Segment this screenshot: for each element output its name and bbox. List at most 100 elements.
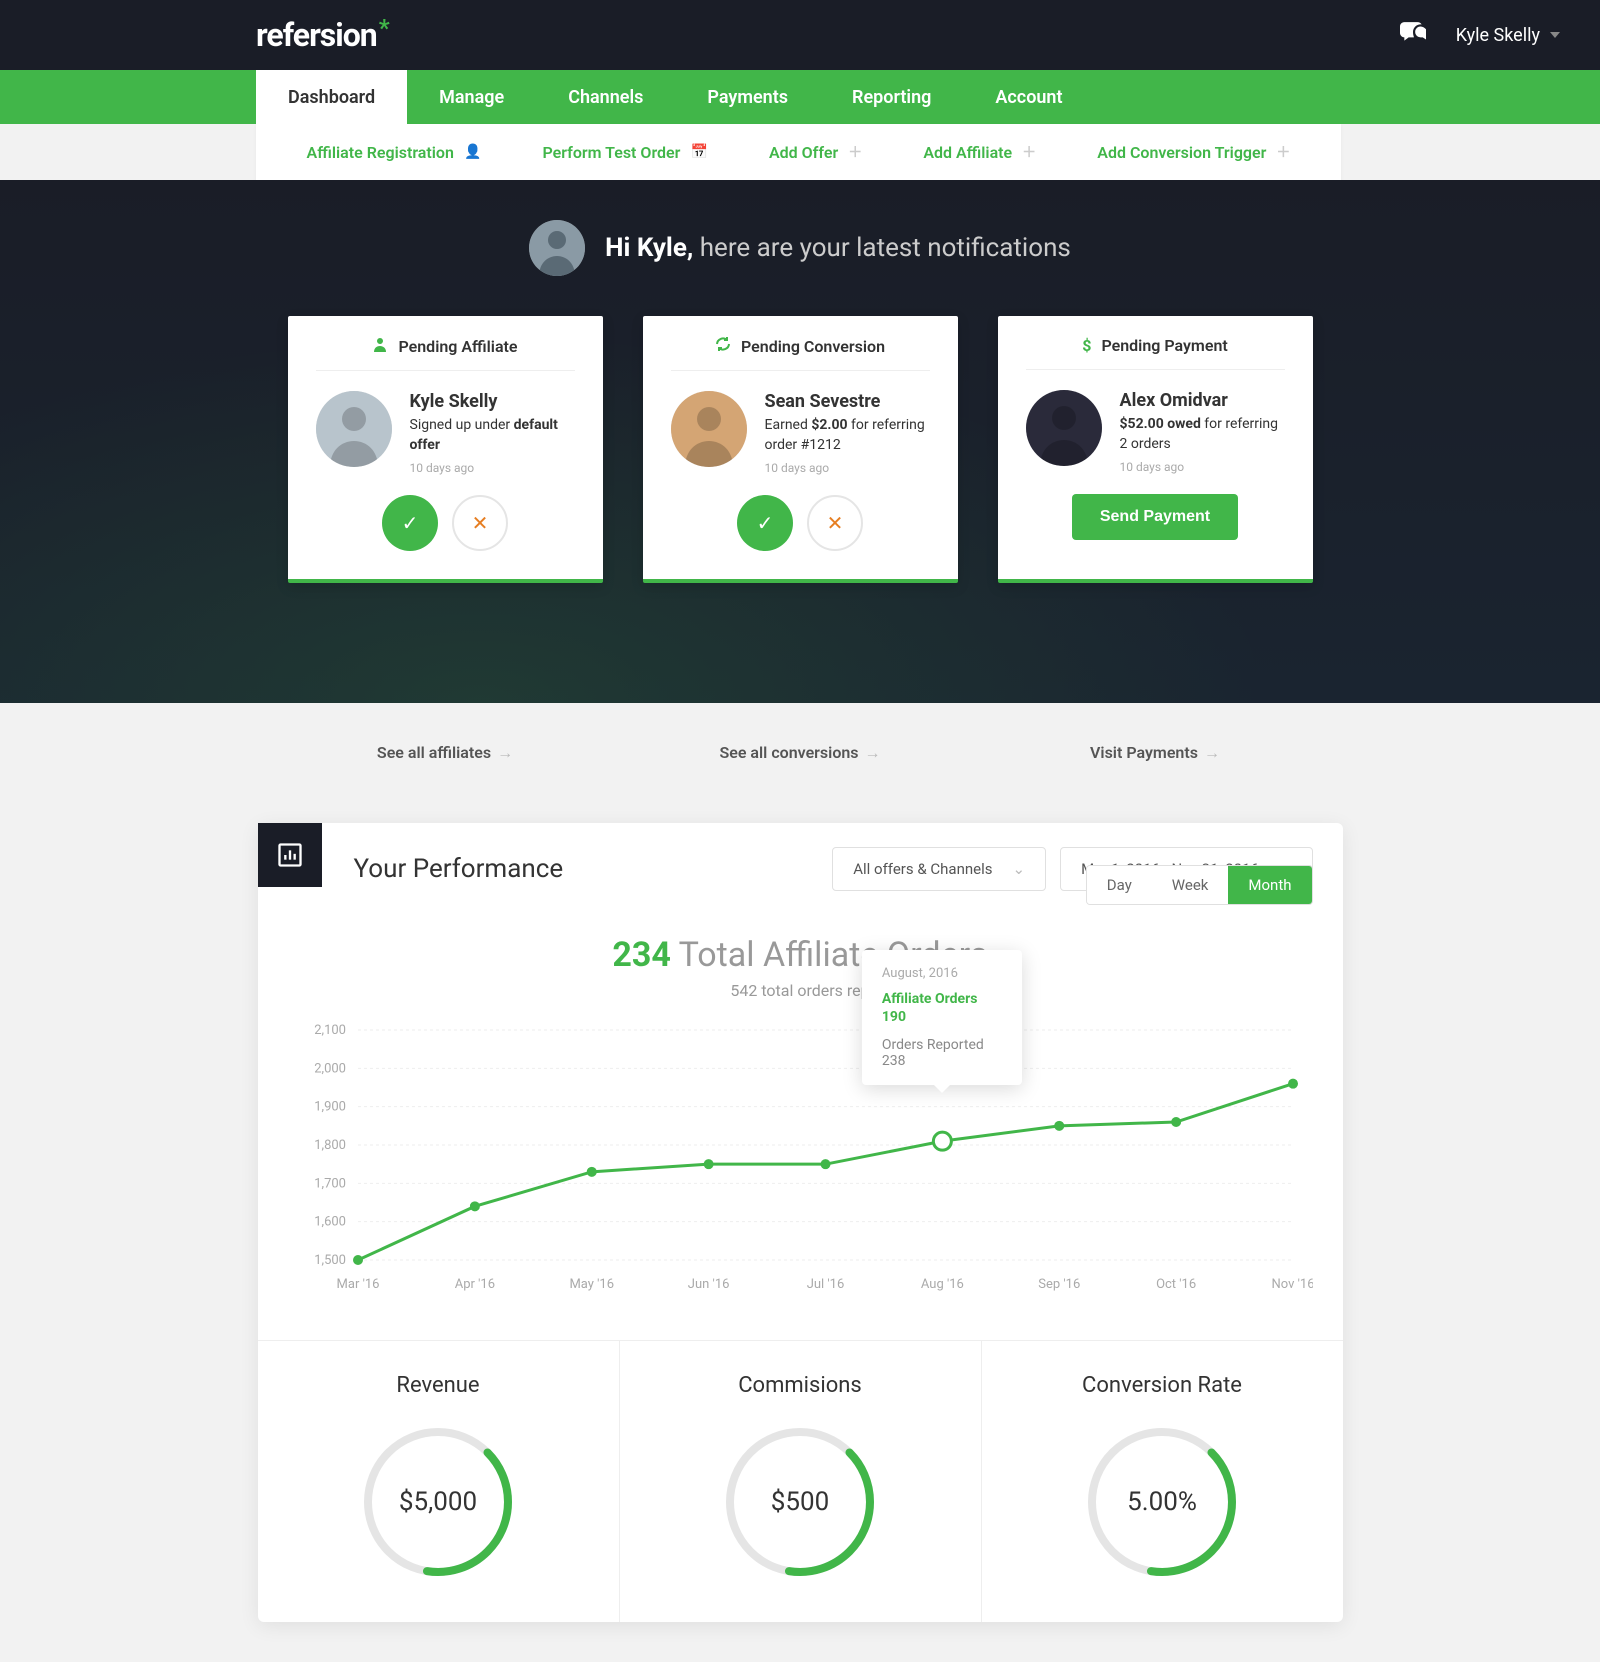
card-name: Kyle Skelly: [410, 391, 575, 412]
performance-panel: Your Performance All offers & Channels ⌄…: [258, 823, 1343, 1622]
subnav-label: Affiliate Registration: [307, 143, 454, 162]
card-description: Signed up under default offer: [410, 416, 575, 455]
topbar: refersion * Kyle Skelly: [0, 0, 1600, 70]
svg-text:Aug '16: Aug '16: [920, 1277, 963, 1292]
chart-total-number: 234: [612, 935, 671, 975]
card-title: Pending Conversion: [741, 337, 885, 356]
send-payment-button[interactable]: Send Payment: [1072, 494, 1238, 540]
card-description: Earned $2.00 for referring order #1212: [765, 416, 930, 455]
card-name: Sean Sevestre: [765, 391, 930, 412]
card-time: 10 days ago: [765, 461, 930, 475]
svg-text:2,100: 2,100: [314, 1023, 346, 1038]
chart-area: DayWeekMonth 234 Total Affiliate Orders …: [258, 915, 1343, 1340]
subnav-label: Add Offer: [769, 143, 838, 162]
card-time: 10 days ago: [1120, 460, 1285, 474]
logo-star-icon: *: [379, 16, 389, 40]
user-icon: 👤: [464, 144, 481, 160]
avatar: [671, 391, 747, 467]
svg-text:Oct '16: Oct '16: [1156, 1277, 1196, 1292]
tooltip-sec-label: Orders Reported: [882, 1037, 1002, 1053]
user-menu[interactable]: Kyle Skelly: [1456, 25, 1560, 46]
card-title: Pending Affiliate: [398, 337, 517, 356]
subnav-add-conversion-trigger[interactable]: Add Conversion Trigger＋: [1097, 142, 1290, 162]
chat-icon[interactable]: [1400, 22, 1426, 49]
metric-commisions: Commisions $500: [620, 1341, 982, 1622]
reject-button[interactable]: ✕: [807, 495, 863, 551]
metric-conversion-rate: Conversion Rate5.00%: [982, 1341, 1343, 1622]
approve-button[interactable]: ✓: [382, 495, 438, 551]
avatar: [316, 391, 392, 467]
approve-button[interactable]: ✓: [737, 495, 793, 551]
sub-nav: Affiliate Registration 👤 Perform Test Orde…: [256, 124, 1341, 180]
card-description: $52.00 owed for referring 2 orders: [1120, 415, 1285, 454]
notification-card: Pending Conversion Sean Sevestre Earned $2…: [643, 316, 958, 583]
chart-icon: [258, 823, 322, 887]
chart-svg: 1,5001,6001,7001,8001,9002,0002,100Mar '…: [288, 1020, 1313, 1300]
svg-text:Nov '16: Nov '16: [1271, 1277, 1313, 1292]
subnav-add-offer[interactable]: Add Offer＋: [769, 142, 862, 162]
metric-value: 5.00%: [1082, 1422, 1242, 1582]
svg-text:Apr '16: Apr '16: [454, 1277, 494, 1292]
svg-text:1,800: 1,800: [314, 1138, 346, 1153]
dollar-icon: $: [1082, 336, 1091, 355]
svg-text:Jul '16: Jul '16: [806, 1277, 844, 1292]
tooltip-main-value: 190: [882, 1009, 1002, 1025]
subnav-perform-test-order[interactable]: Perform Test Order📅: [542, 143, 707, 162]
nav-tab-account[interactable]: Account: [963, 70, 1094, 124]
metrics-row: Revenue $5,000 Commisions $500 Conversion Ra…: [258, 1340, 1343, 1622]
chevron-down-icon: ⌄: [1012, 860, 1025, 878]
svg-text:2,000: 2,000: [314, 1062, 346, 1077]
period-toggle: DayWeekMonth: [1086, 865, 1313, 905]
refresh-icon: [715, 336, 731, 356]
avatar: [529, 220, 585, 276]
metric-title: Commisions: [620, 1373, 981, 1398]
hero-section: Hi Kyle, here are your latest notificati…: [0, 180, 1600, 703]
filter-offers[interactable]: All offers & Channels ⌄: [832, 847, 1046, 891]
greeting-name: Hi Kyle,: [605, 233, 693, 263]
metric-ring: $500: [720, 1422, 880, 1582]
metric-title: Revenue: [258, 1373, 619, 1398]
performance-title: Your Performance: [354, 854, 564, 884]
calendar-icon: 📅: [690, 144, 707, 160]
subnav-label: Add Affiliate: [923, 143, 1012, 162]
avatar: [1026, 390, 1102, 466]
user-name: Kyle Skelly: [1456, 25, 1540, 46]
nav-tab-manage[interactable]: Manage: [407, 70, 536, 124]
svg-text:Sep '16: Sep '16: [1038, 1277, 1080, 1292]
user-icon: [372, 336, 388, 356]
subnav-add-affiliate[interactable]: Add Affiliate＋: [923, 142, 1036, 162]
subnav-affiliate-registration[interactable]: Affiliate Registration 👤: [307, 143, 482, 162]
period-week[interactable]: Week: [1152, 866, 1229, 904]
nav-tab-channels[interactable]: Channels: [536, 70, 675, 124]
greeting: Hi Kyle, here are your latest notificati…: [0, 220, 1600, 276]
period-day[interactable]: Day: [1087, 866, 1152, 904]
card-header: Pending Affiliate: [316, 336, 575, 371]
metric-value: $500: [720, 1422, 880, 1582]
nav-tab-payments[interactable]: Payments: [675, 70, 820, 124]
logo-text: refersion: [256, 16, 377, 54]
arrow-right-icon: →: [865, 743, 881, 762]
card-header: Pending Conversion: [671, 336, 930, 371]
card-time: 10 days ago: [410, 461, 575, 475]
chart-subtitle: 542 total orders rep: [288, 981, 1313, 1000]
svg-text:Mar '16: Mar '16: [336, 1277, 379, 1292]
svg-text:1,500: 1,500: [314, 1253, 346, 1268]
tooltip-sec-value: 238: [882, 1053, 1002, 1069]
tooltip-date: August, 2016: [882, 966, 1002, 981]
period-month[interactable]: Month: [1228, 866, 1311, 904]
reject-button[interactable]: ✕: [452, 495, 508, 551]
metric-ring: 5.00%: [1082, 1422, 1242, 1582]
svg-text:May '16: May '16: [569, 1277, 614, 1292]
card-name: Alex Omidvar: [1120, 390, 1285, 411]
svg-text:1,700: 1,700: [314, 1177, 346, 1192]
notification-card: $ Pending Payment Alex Omidvar $52.00 owed …: [998, 316, 1313, 583]
metric-value: $5,000: [358, 1422, 518, 1582]
nav-tab-reporting[interactable]: Reporting: [820, 70, 963, 124]
nav-tab-dashboard[interactable]: Dashboard: [256, 70, 407, 124]
svg-text:Jun '16: Jun '16: [687, 1277, 729, 1292]
card-header: $ Pending Payment: [1026, 336, 1285, 370]
tooltip-main-label: Affiliate Orders: [882, 991, 1002, 1007]
main-nav: DashboardManageChannelsPaymentsReporting…: [0, 70, 1600, 124]
notification-card: Pending Affiliate Kyle Skelly Signed up un…: [288, 316, 603, 583]
card-title: Pending Payment: [1101, 336, 1227, 355]
